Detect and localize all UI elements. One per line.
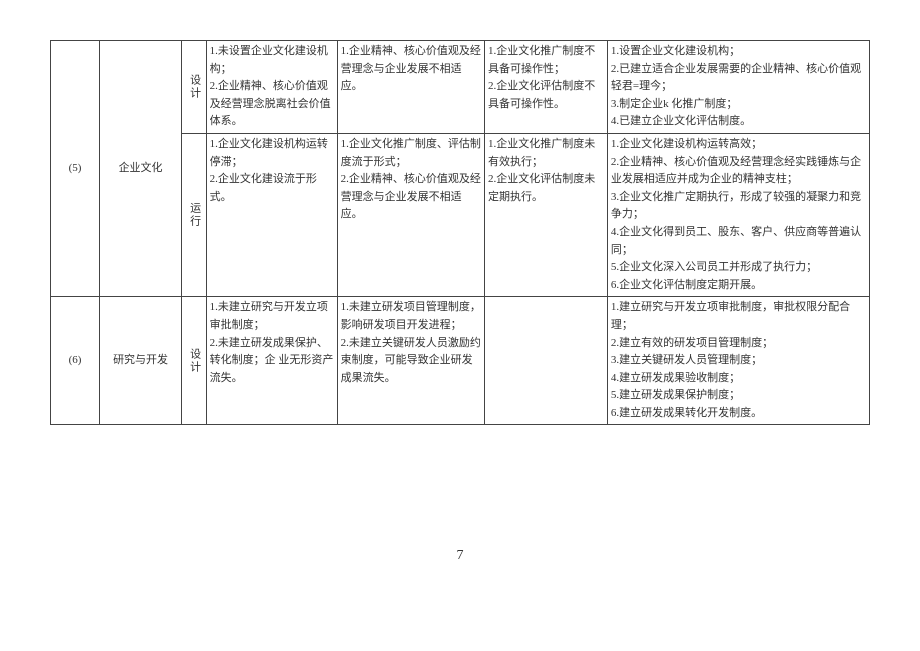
row-index: (6) (51, 297, 100, 425)
risk-matrix-table: (5) 企业文化 设计 1.未设置企业文化建设机构； 2.企业精神、核心价值观及… (50, 40, 870, 425)
cell-content: 1.企业文化推广制度未有效执行； 2.企业文化评估制度未定期执行。 (485, 133, 608, 296)
cell-content: 1.企业文化推广制度不具备可操作性； 2.企业文化评估制度不具备可操作性。 (485, 41, 608, 134)
cell-content: 1.建立研究与开发立项审批制度，审批权限分配合理； 2.建立有效的研发项目管理制… (607, 297, 869, 425)
cell-content: 1.企业文化建设机构运转停滞； 2.企业文化建设流于形式。 (206, 133, 337, 296)
cell-content (485, 297, 608, 425)
phase-label-design: 设计 (182, 297, 207, 425)
phase-label-run: 运行 (182, 133, 207, 296)
row-category: 企业文化 (100, 41, 182, 297)
page-number: 7 (50, 545, 870, 566)
cell-content: 1.企业文化推广制度、评估制度流于形式； 2.企业精神、核心价值观及经营理念与企… (337, 133, 484, 296)
table-row: (5) 企业文化 设计 1.未设置企业文化建设机构； 2.企业精神、核心价值观及… (51, 41, 870, 134)
cell-content: 1.未建立研究与开发立项审批制度； 2.未建立研发成果保护、转化制度；企 业无形… (206, 297, 337, 425)
cell-content: 1.企业文化建设机构运转高效； 2.企业精神、核心价值观及经营理念经实践锤炼与企… (607, 133, 869, 296)
cell-content: 1.未建立研发项目管理制度，影响研发项目开发进程； 2.未建立关键研发人员激励约… (337, 297, 484, 425)
cell-content: 1.未设置企业文化建设机构； 2.企业精神、核心价值观及经营理念脱离社会价值体系… (206, 41, 337, 134)
cell-content: 1.企业精神、核心价值观及经营理念与企业发展不相适应。 (337, 41, 484, 134)
cell-content: 1.设置企业文化建设机构； 2.已建立适合企业发展需要的企业精神、核心价值观 轻… (607, 41, 869, 134)
phase-label-design: 设计 (182, 41, 207, 134)
row-category: 研究与开发 (100, 297, 182, 425)
table-row: (6) 研究与开发 设计 1.未建立研究与开发立项审批制度； 2.未建立研发成果… (51, 297, 870, 425)
row-index: (5) (51, 41, 100, 297)
